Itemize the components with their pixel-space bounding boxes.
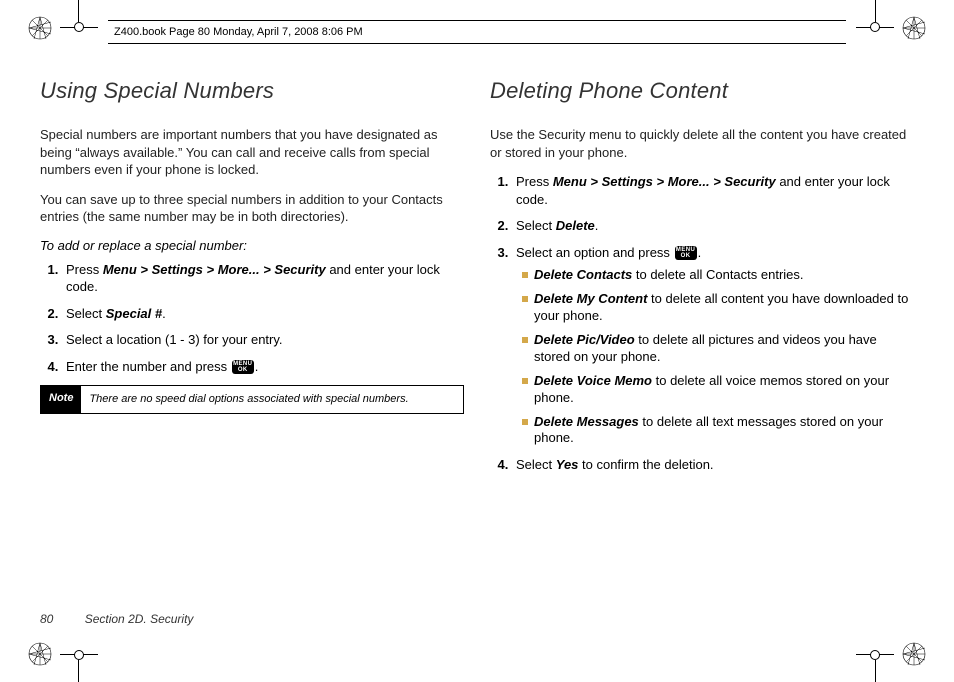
left-column: Using Special Numbers Special numbers ar… <box>40 78 464 622</box>
page-number: 80 <box>40 612 53 626</box>
left-step-3: Select a location (1 - 3) for your entry… <box>62 331 464 349</box>
note-label: Note <box>41 386 81 412</box>
opt-delete-contacts: Delete Contacts to delete all Contacts e… <box>522 267 914 284</box>
left-steps: Press Menu > Settings > More... > Securi… <box>40 261 464 376</box>
left-subhead: To add or replace a special number: <box>40 238 464 253</box>
page-content: Using Special Numbers Special numbers ar… <box>40 78 914 622</box>
page-footer: 80 Section 2D. Security <box>40 612 193 626</box>
right-title: Deleting Phone Content <box>490 78 914 104</box>
crop-ornament-br <box>902 642 926 666</box>
right-para-1: Use the Security menu to quickly delete … <box>490 126 914 161</box>
header-text: Z400.book Page 80 Monday, April 7, 2008 … <box>114 26 363 38</box>
right-step-3: Select an option and press MENUOK. Delet… <box>512 244 914 448</box>
opt-delete-my-content: Delete My Content to delete all content … <box>522 291 914 325</box>
menu-ok-icon: MENUOK <box>232 360 254 374</box>
crop-ornament-tl <box>28 16 52 40</box>
right-step-2: Select Delete. <box>512 217 914 235</box>
section-label: Section 2D. Security <box>85 612 194 626</box>
opt-delete-pic-video: Delete Pic/Video to delete all pictures … <box>522 332 914 366</box>
right-column: Deleting Phone Content Use the Security … <box>490 78 914 622</box>
crop-ornament-tr <box>902 16 926 40</box>
crop-ornament-bl <box>28 642 52 666</box>
opt-delete-voice-memo: Delete Voice Memo to delete all voice me… <box>522 373 914 407</box>
left-para-1: Special numbers are important numbers th… <box>40 126 464 179</box>
menu-ok-icon: MENUOK <box>675 246 697 260</box>
left-step-4: Enter the number and press MENUOK. <box>62 358 464 376</box>
left-step-2: Select Special #. <box>62 305 464 323</box>
note-text: There are no speed dial options associat… <box>81 386 463 412</box>
opt-delete-messages: Delete Messages to delete all text messa… <box>522 414 914 448</box>
note-box: Note There are no speed dial options ass… <box>40 385 464 413</box>
left-title: Using Special Numbers <box>40 78 464 104</box>
right-steps: Press Menu > Settings > More... > Securi… <box>490 173 914 474</box>
delete-options-list: Delete Contacts to delete all Contacts e… <box>516 267 914 447</box>
left-step-1: Press Menu > Settings > More... > Securi… <box>62 261 464 296</box>
right-step-1: Press Menu > Settings > More... > Securi… <box>512 173 914 208</box>
right-step-4: Select Yes to confirm the deletion. <box>512 456 914 474</box>
framemaker-header: Z400.book Page 80 Monday, April 7, 2008 … <box>108 20 846 44</box>
left-para-2: You can save up to three special numbers… <box>40 191 464 226</box>
